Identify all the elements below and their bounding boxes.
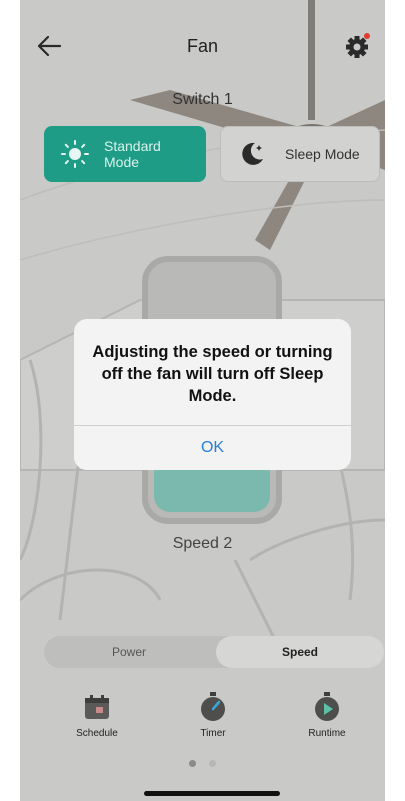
speed-label: Speed 2	[172, 535, 233, 552]
schedule-button[interactable]: Schedule	[57, 690, 137, 739]
timer-button[interactable]: Timer	[173, 690, 253, 739]
moon-icon	[231, 133, 273, 175]
gear-icon[interactable]	[343, 32, 371, 60]
sleep-mode-alert-dialog: Adjusting the speed or turning off the f…	[74, 319, 351, 470]
sleep-mode-label: Sleep Mode	[285, 146, 360, 162]
runtime-button[interactable]: Runtime	[287, 690, 367, 739]
runtime-play-icon	[311, 690, 343, 724]
page-title: Fan	[186, 36, 219, 56]
switch-name: Switch 1	[172, 91, 233, 108]
page-dot	[208, 760, 216, 767]
stopwatch-icon	[197, 690, 229, 724]
notification-badge	[364, 33, 370, 39]
sleep-mode-button[interactable]: Sleep Mode	[220, 126, 380, 182]
tab-power[interactable]: Power	[44, 636, 214, 668]
standard-mode-button[interactable]: Standard Mode	[44, 126, 206, 182]
runtime-label: Runtime	[308, 728, 346, 739]
top-bar: Fan	[20, 26, 385, 66]
schedule-label: Schedule	[76, 728, 118, 739]
standard-mode-label: Standard Mode	[104, 138, 161, 170]
alert-message: Adjusting the speed or turning off the f…	[92, 343, 333, 405]
app-screen: Fan Switch 1 Standard Mode Sleep Mode Sp…	[20, 0, 385, 801]
tab-speed[interactable]: Speed	[216, 636, 384, 668]
power-speed-toggle: Power Speed	[44, 636, 384, 668]
home-indicator[interactable]	[144, 791, 280, 796]
ok-button[interactable]: OK	[74, 426, 351, 470]
calendar-icon	[81, 690, 113, 724]
sun-icon	[54, 133, 96, 175]
page-indicator	[20, 754, 385, 772]
page-dot-active	[189, 760, 197, 767]
timer-label: Timer	[200, 728, 226, 739]
